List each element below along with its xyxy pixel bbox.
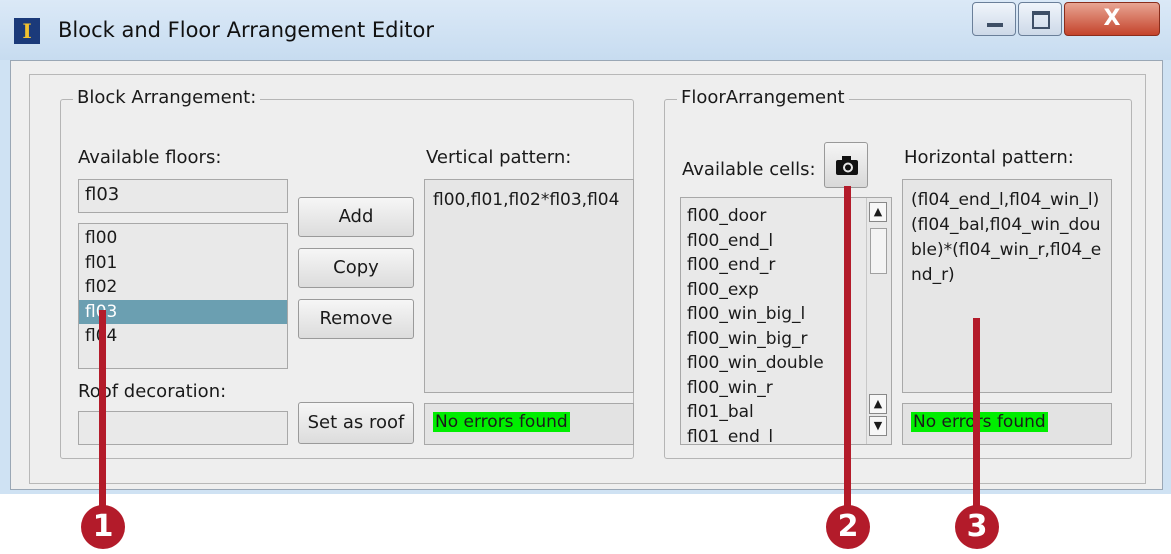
- floor-list-item[interactable]: fl02: [79, 275, 287, 300]
- callout-2-line: [844, 186, 851, 510]
- cell-list-item[interactable]: fl00_end_l: [681, 229, 867, 254]
- cell-list-item[interactable]: fl00_door: [681, 204, 867, 229]
- vertical-pattern-editor[interactable]: fl00,fl01,fl02*fl03,fl04: [424, 179, 634, 393]
- block-status-text: No errors found: [433, 412, 570, 432]
- cell-list-item[interactable]: fl01_end_l: [681, 425, 867, 445]
- client-area: Block Arrangement: Available floors: fl0…: [10, 60, 1163, 490]
- cell-list-item[interactable]: fl00_win_double: [681, 351, 867, 376]
- floor-list-item[interactable]: fl01: [79, 251, 287, 276]
- window-title: Block and Floor Arrangement Editor: [58, 18, 435, 42]
- cells-scrollbar[interactable]: ▲ ▲ ▼: [866, 198, 891, 444]
- cell-list-item[interactable]: fl00_win_big_r: [681, 327, 867, 352]
- cell-list-item[interactable]: fl01_bal: [681, 400, 867, 425]
- roof-decoration-field[interactable]: [78, 411, 288, 445]
- remove-button[interactable]: Remove: [298, 299, 414, 339]
- cell-list-item[interactable]: fl00_win_r: [681, 376, 867, 401]
- block-status-box: No errors found: [424, 403, 634, 445]
- horizontal-pattern-label: Horizontal pattern:: [904, 147, 1074, 168]
- callout-3-badge: 3: [955, 505, 999, 549]
- scroll-thumb[interactable]: [870, 228, 887, 274]
- cell-list-item[interactable]: fl00_end_r: [681, 253, 867, 278]
- callout-2-badge: 2: [826, 505, 870, 549]
- scroll-up-arrow-icon[interactable]: ▲: [869, 202, 887, 222]
- minimize-button[interactable]: [972, 2, 1016, 36]
- available-floors-list[interactable]: fl00fl01fl02fl03fl04: [78, 223, 288, 369]
- app-icon: I: [14, 18, 40, 44]
- floor-status-box: No errors found: [902, 403, 1112, 445]
- cell-list-item[interactable]: fl00_exp: [681, 278, 867, 303]
- available-cells-label: Available cells:: [682, 159, 816, 180]
- available-floors-label: Available floors:: [78, 147, 222, 168]
- maximize-button[interactable]: [1018, 2, 1062, 36]
- scroll-up-arrow-lower-icon[interactable]: ▲: [869, 394, 887, 414]
- block-arrangement-title: Block Arrangement:: [73, 87, 261, 108]
- copy-button[interactable]: Copy: [298, 248, 414, 288]
- horizontal-pattern-editor[interactable]: (fl04_end_l,fl04_win_l) (fl04_bal,fl04_w…: [902, 179, 1112, 393]
- scroll-down-arrow-icon[interactable]: ▼: [869, 416, 887, 436]
- floor-name-field[interactable]: fl03: [78, 179, 288, 213]
- cell-list-item[interactable]: fl00_win_big_l: [681, 302, 867, 327]
- set-as-roof-button[interactable]: Set as roof: [298, 402, 414, 444]
- available-cells-list[interactable]: fl00_door fl00_end_l fl00_end_r fl00_exp fl0…: [680, 197, 892, 445]
- callout-1-line: [99, 310, 106, 510]
- floor-arrangement-title: FloorArrangement: [677, 87, 849, 108]
- camera-icon: [836, 156, 858, 175]
- floor-list-item[interactable]: fl00: [79, 226, 287, 251]
- title-bar[interactable]: I Block and Floor Arrangement Editor X: [0, 0, 1171, 60]
- editor-window: I Block and Floor Arrangement Editor X B…: [0, 0, 1171, 494]
- capture-cell-button[interactable]: [824, 142, 868, 188]
- vertical-pattern-label: Vertical pattern:: [426, 147, 572, 168]
- floor-list-item[interactable]: fl04: [79, 324, 287, 349]
- add-button[interactable]: Add: [298, 197, 414, 237]
- callout-1-badge: 1: [81, 505, 125, 549]
- callout-3-line: [973, 318, 980, 510]
- close-icon: X: [1103, 6, 1121, 31]
- close-button[interactable]: X: [1064, 2, 1160, 36]
- floor-list-item[interactable]: fl03: [79, 299, 287, 324]
